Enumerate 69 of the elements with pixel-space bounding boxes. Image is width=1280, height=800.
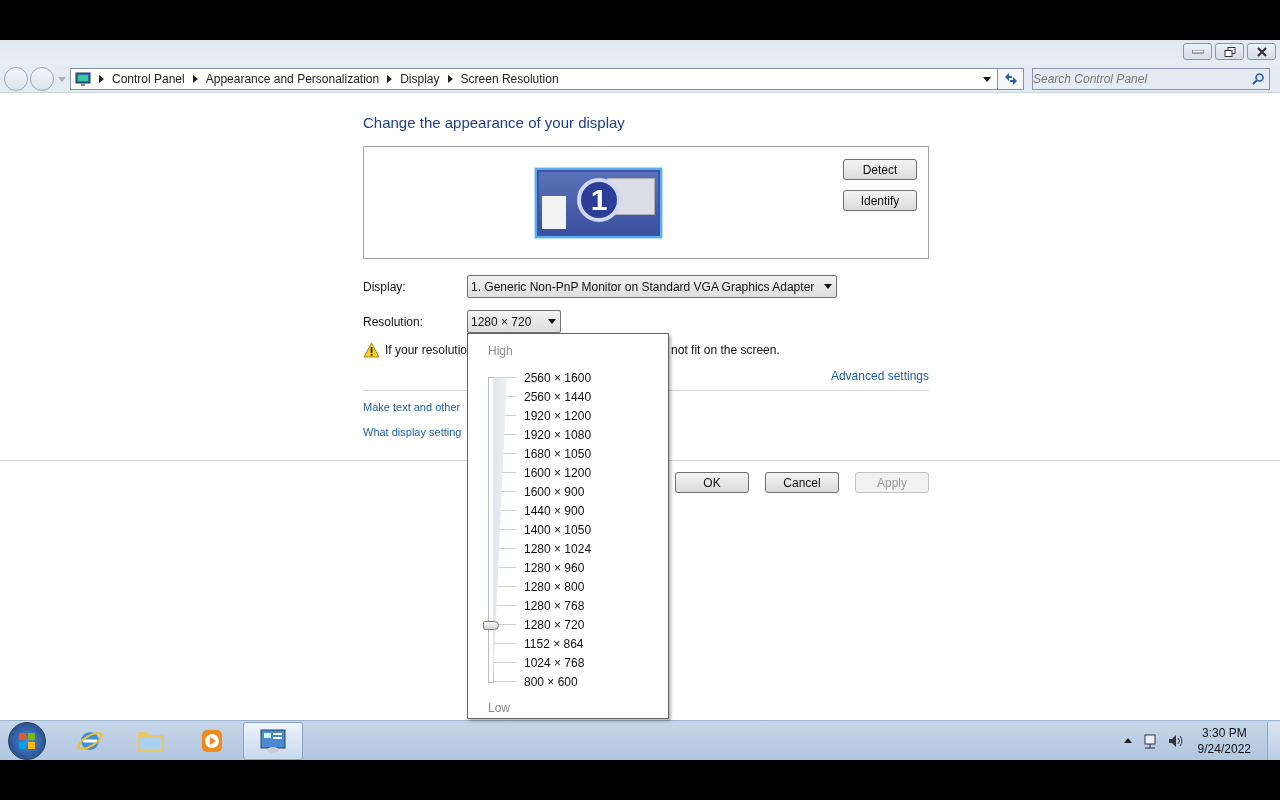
resolution-option[interactable]: 1152 × 864 [524,636,584,651]
help-link[interactable]: Make text and other [363,401,461,418]
restore-icon [1223,46,1236,57]
clock-date[interactable]: 9/24/2022 [1197,740,1251,757]
resolution-option[interactable]: 1920 × 1080 [524,427,592,442]
minimize-icon [1191,49,1204,54]
dialog-button[interactable]: Cancel [765,472,839,493]
low-label: Low [488,701,511,717]
breadcrumb-arrow-icon [99,75,104,83]
restore-button[interactable] [1215,43,1244,60]
resolution-option[interactable]: 1600 × 900 [524,484,585,499]
window-thumbnail [542,196,566,229]
warning-text: not fit on the screen. [671,343,780,357]
page-heading: Change the appearance of your display [363,114,626,133]
monitor-icon [75,71,91,87]
dropdown-arrow-icon[interactable] [983,76,991,82]
resolution-option[interactable]: 1400 × 1050 [524,522,592,537]
clock-time[interactable]: 3:30 PM [1201,724,1247,741]
high-label: High [488,344,514,360]
breadcrumb-item[interactable]: Display [400,72,440,86]
breadcrumb-arrow-icon [192,75,198,83]
close-icon [1255,46,1268,57]
refresh-icon [1003,73,1018,85]
breadcrumb-item[interactable]: Control Panel [112,72,185,86]
search-icon [1252,73,1264,85]
warning-text: If your resolutio [385,343,468,357]
control-panel-icon [259,727,287,754]
dropdown-arrow-icon [548,319,556,324]
taskbar-app[interactable] [243,721,303,760]
dialog-button[interactable]: OK [675,472,749,493]
slider-thumb[interactable] [483,621,499,630]
resolution-option[interactable]: 1280 × 800 [524,579,585,594]
monitor-thumbnail[interactable]: 1 [535,168,662,238]
resolution-option[interactable]: 1280 × 960 [524,560,585,575]
display-dropdown[interactable]: 1. Generic Non-PnP Monitor on Standard VGA Graphics Adapter [467,275,838,298]
refresh-button[interactable] [998,68,1024,90]
panel-button[interactable]: Identify [843,190,917,211]
resolution-option[interactable]: 1600 × 1200 [524,465,592,480]
dropdown-arrow-icon [824,284,833,289]
resolution-option[interactable]: 2560 × 1600 [524,370,592,385]
resolution-option[interactable]: 1280 × 768 [524,598,585,613]
resolution-option[interactable]: 1680 × 1050 [524,446,592,461]
help-link[interactable]: What display setting [363,426,462,443]
tray-expand-icon[interactable] [1123,738,1132,743]
resolution-dropdown[interactable]: 1280 × 720 [467,310,561,333]
breadcrumb-item[interactable]: Appearance and Personalization [205,72,380,86]
monitor-number: 1 [577,178,621,222]
media-player-icon [200,727,224,754]
resolution-option[interactable]: 1920 × 1200 [524,408,592,423]
resolution-option[interactable]: 800 × 600 [524,674,578,689]
resolution-option[interactable]: 1280 × 1024 [524,541,592,556]
resolution-label: Resolution: [363,314,425,329]
breadcrumb-arrow-icon [447,75,453,83]
resolution-option[interactable]: 1440 × 900 [524,503,585,518]
panel-button[interactable]: Detect [843,159,917,180]
breadcrumb-item[interactable]: Screen Resolution [460,72,559,86]
resolution-option[interactable]: 1280 × 720 [524,617,585,632]
breadcrumb-arrow-icon [387,75,393,83]
start-button[interactable] [8,721,46,760]
windows-logo-icon [17,730,37,751]
display-label: Display: [363,279,407,294]
warning-icon [363,342,380,358]
address-bar[interactable]: Control Panel Appearance and Personalization Display Screen Resolution [70,68,998,90]
resolution-option[interactable]: 1024 × 768 [524,655,585,670]
resolution-option[interactable]: 2560 × 1440 [524,389,592,404]
advanced-settings-link[interactable]: Advanced settings [830,369,929,383]
close-button[interactable] [1247,43,1276,60]
search-field[interactable]: Search Control Panel [1032,68,1270,90]
network-icon[interactable] [1141,732,1158,749]
